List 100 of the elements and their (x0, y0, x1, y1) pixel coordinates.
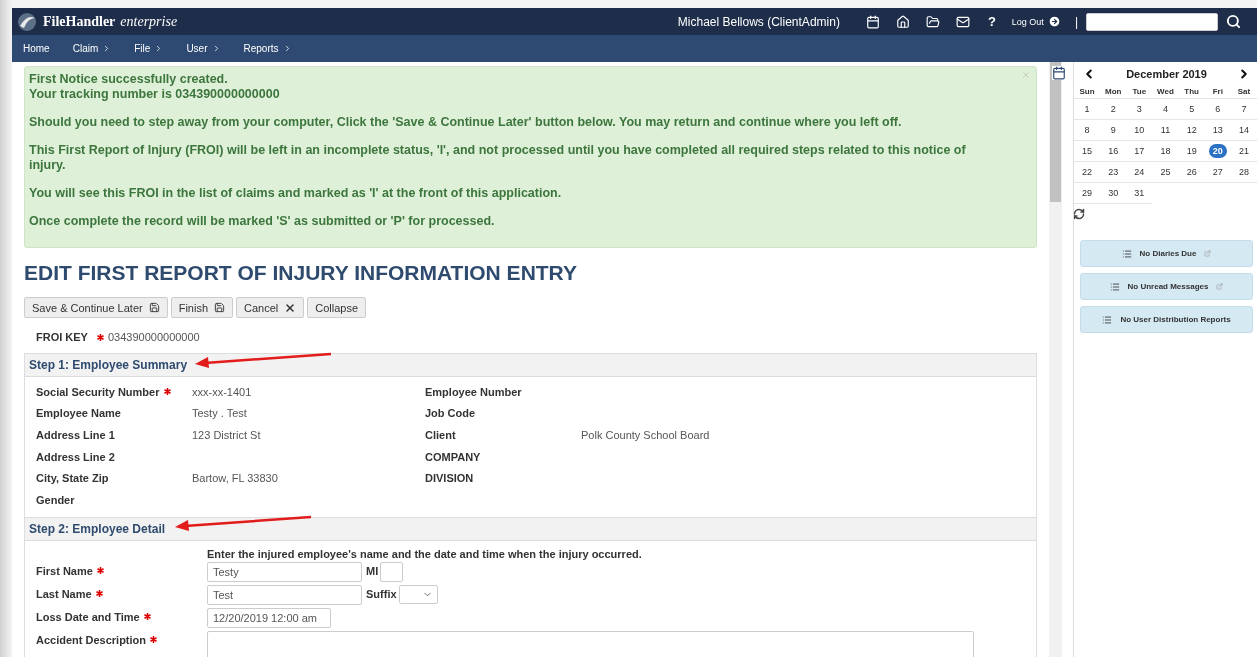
alert-text: First Notice successfully created. (29, 72, 229, 87)
calendar-day[interactable]: 10 (1130, 123, 1149, 137)
calendar-day[interactable]: 21 (1234, 144, 1253, 158)
text-field[interactable] (380, 561, 404, 582)
field-label: Job Code (425, 407, 477, 420)
calendar-day[interactable]: 26 (1182, 165, 1201, 179)
list-icon (1109, 281, 1120, 292)
field-value: Testy . Test (192, 407, 247, 420)
text-field[interactable]: Test (207, 584, 362, 605)
calendar-day[interactable]: 20 (1208, 144, 1227, 158)
calendar-day[interactable]: 5 (1185, 102, 1199, 116)
field-value: 034390000000000 (107, 331, 200, 343)
field-label: Client (425, 429, 457, 441)
nav-item[interactable]: Claim (72, 43, 112, 54)
calendar-day[interactable]: 18 (1156, 144, 1175, 158)
field-label: First Name (36, 564, 93, 577)
field-label: Address Line 2 (36, 450, 115, 463)
field-label: Employee Number (425, 385, 523, 398)
page-title: EDIT FIRST REPORT OF INJURY INFORMATION ENTRY (24, 261, 578, 285)
calendar-day[interactable]: 11 (1156, 123, 1175, 137)
nav-item[interactable]: Home (23, 43, 50, 54)
calendar-icon[interactable] (1052, 66, 1066, 80)
required-icon (150, 636, 158, 644)
required-icon (96, 567, 104, 575)
alert-text: You will see this FROI in the list of claims and marked as 'I' at the front of this application. (29, 186, 563, 201)
calendar-day[interactable]: 8 (1080, 123, 1094, 137)
weekday-label: Mon (1100, 85, 1127, 99)
nav-item[interactable]: File (134, 43, 164, 54)
calendar-day[interactable]: 19 (1182, 144, 1201, 158)
folder-icon[interactable] (925, 14, 940, 29)
nav-item[interactable]: User (186, 43, 221, 54)
toolbar-button[interactable]: Collapse (307, 297, 367, 318)
scrollbar[interactable] (1049, 62, 1062, 657)
calendar-day[interactable]: 31 (1130, 186, 1149, 200)
required-icon (96, 333, 104, 341)
field-value: 123 District St (192, 429, 261, 441)
field-label: Employee Name (36, 407, 121, 420)
search-field[interactable] (1086, 12, 1218, 31)
search-icon[interactable] (1226, 14, 1241, 29)
calendar-day[interactable]: 3 (1132, 102, 1146, 116)
nav-item[interactable]: Reports (243, 43, 292, 54)
summary-link[interactable]: No User Distribution Reports (1080, 306, 1253, 333)
field-value: Polk County School Board (581, 429, 710, 441)
calendar-day[interactable]: 12 (1182, 123, 1201, 137)
calendar-day[interactable]: 23 (1104, 165, 1123, 179)
text-field[interactable]: Testy (207, 561, 362, 582)
field-label: Accident Description (36, 633, 147, 646)
calendar-day[interactable]: 24 (1130, 165, 1149, 179)
list-icon (1121, 248, 1132, 259)
field-label: Last Name (36, 587, 92, 600)
section-header[interactable]: Step 1: Employee Summary (25, 354, 1036, 377)
summary-link[interactable]: No Unread Messages (1080, 273, 1253, 300)
calendar-day[interactable]: 2 (1106, 102, 1120, 116)
logo-icon (16, 11, 38, 32)
date-field[interactable]: 12/20/2019 12:00 am (207, 607, 331, 628)
mail-icon[interactable] (955, 14, 970, 29)
scrollbar-thumb[interactable] (1050, 62, 1061, 202)
calendar-day[interactable]: 16 (1104, 144, 1123, 158)
field-label: City, State Zip (36, 472, 109, 485)
field-label: Suffix (366, 586, 397, 600)
help-icon[interactable]: ? (987, 14, 996, 29)
calendar-day[interactable]: 4 (1159, 102, 1172, 116)
calendar-day[interactable]: 14 (1234, 123, 1253, 137)
weekday-label: Sat (1230, 85, 1257, 99)
calendar-day[interactable]: 1 (1080, 102, 1094, 116)
logout-link[interactable]: Log Out (1011, 15, 1061, 28)
alert-text: Should you need to step away from your computer, Click the 'Save & Continue Later' button below. You may return and continue where you left off. (29, 115, 903, 130)
section-header[interactable]: Step 2: Employee Detail (25, 517, 1036, 541)
calendar-day[interactable]: 25 (1156, 165, 1175, 179)
refresh-icon[interactable] (1073, 208, 1085, 220)
calendar-day[interactable]: 6 (1211, 102, 1225, 116)
summary-link[interactable]: No Diaries Due (1080, 240, 1253, 267)
field-value: xxx-xx-1401 (192, 385, 252, 398)
weekday-label: Sun (1074, 85, 1101, 99)
toolbar-button[interactable]: Save & Continue Later (24, 297, 168, 318)
weekday-label: Wed (1152, 85, 1179, 99)
calendar-icon[interactable] (865, 14, 880, 29)
required-icon (163, 388, 171, 396)
calendar-day[interactable]: 30 (1104, 186, 1123, 200)
field-label: Social Security Number (36, 385, 160, 398)
home-icon[interactable] (895, 14, 910, 29)
toolbar-button[interactable]: Finish (170, 297, 234, 318)
calendar-day[interactable]: 29 (1078, 186, 1097, 200)
calendar-day[interactable]: 15 (1078, 144, 1097, 158)
list-icon (1102, 314, 1113, 325)
weekday-label: Fri (1204, 85, 1231, 99)
save-icon (148, 302, 160, 313)
calendar-day[interactable]: 17 (1130, 144, 1149, 158)
calendar-day[interactable]: 22 (1078, 165, 1097, 179)
calendar-day[interactable]: 7 (1237, 102, 1251, 116)
toolbar-button[interactable]: Cancel (236, 297, 305, 318)
app-name: FileHandler (43, 13, 116, 30)
calendar-day[interactable]: 13 (1208, 123, 1227, 137)
calendar-day[interactable]: 9 (1106, 123, 1120, 137)
calendar-month: December 2019 (1126, 68, 1207, 80)
field-value: Bartow, FL 33830 (192, 472, 278, 485)
calendar-day[interactable]: 28 (1234, 165, 1253, 179)
external-link-icon (1204, 250, 1212, 257)
required-icon (95, 590, 103, 598)
calendar-day[interactable]: 27 (1208, 165, 1227, 179)
